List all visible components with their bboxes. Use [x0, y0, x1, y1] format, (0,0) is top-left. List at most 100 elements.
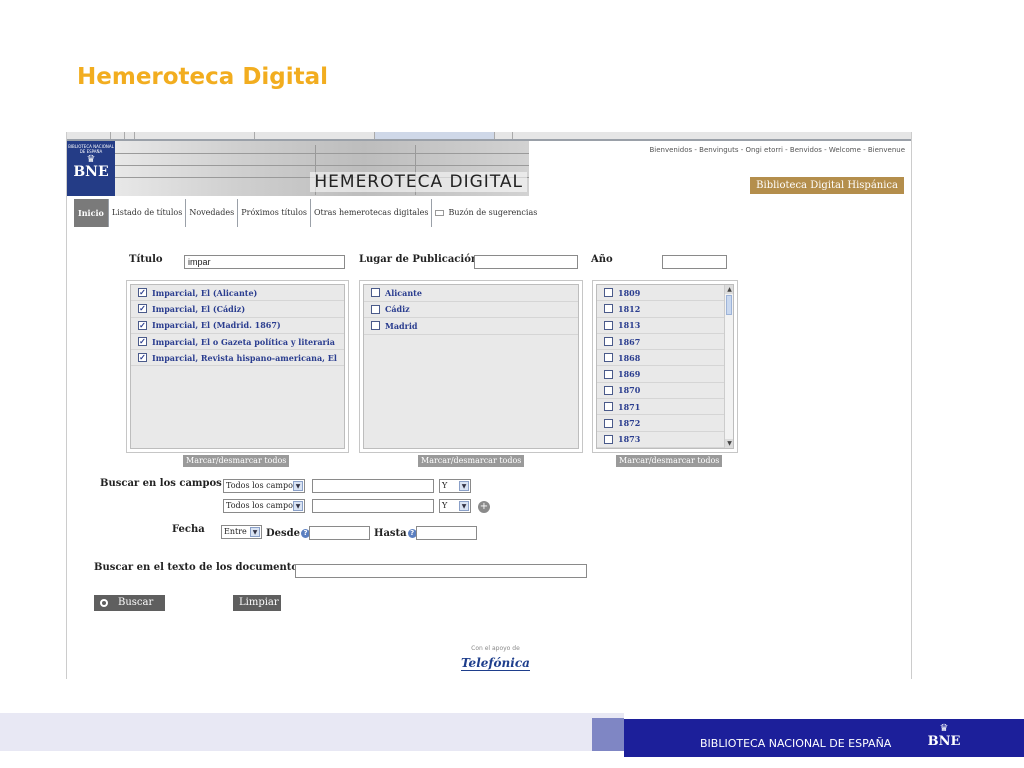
year-option[interactable]: 1813 [597, 318, 733, 334]
checkbox[interactable] [604, 304, 613, 314]
checkbox-checked[interactable]: ✓ [138, 320, 147, 330]
field-select-1[interactable]: Todos los campos ▼ [223, 479, 305, 493]
checkbox[interactable] [371, 304, 380, 314]
nav-tab-proximos-titulos[interactable]: Próximos títulos [238, 199, 311, 227]
checkbox[interactable] [604, 320, 613, 330]
chevron-down-icon: ▼ [293, 481, 303, 491]
chevron-down-icon: ▼ [459, 501, 469, 511]
checkbox[interactable] [371, 288, 380, 298]
ano-input[interactable] [662, 255, 727, 269]
operator-select-2[interactable]: Y ▼ [439, 499, 471, 513]
scroll-thumb[interactable] [726, 295, 732, 315]
search-icon [100, 598, 108, 607]
title-option[interactable]: ✓ Imparcial, El (Cádiz) [131, 301, 344, 318]
years-scrollbar[interactable]: ▲ ▼ [724, 285, 733, 448]
biblioteca-digital-hispanica-link[interactable]: Biblioteca Digital Hispánica [750, 177, 904, 194]
titulo-label: Título [129, 254, 163, 265]
scroll-down-icon[interactable]: ▼ [725, 439, 733, 448]
field-input-1[interactable] [312, 479, 434, 493]
scroll-up-icon[interactable]: ▲ [725, 285, 733, 294]
limpiar-button[interactable]: Limpiar [233, 595, 281, 611]
checkbox-checked[interactable]: ✓ [138, 337, 147, 347]
nav-tab-novedades[interactable]: Novedades [186, 199, 239, 227]
places-mark-all-button[interactable]: Marcar/desmarcar todos [418, 455, 525, 467]
title-option[interactable]: ✓ Imparcial, Revista hispano-americana, E… [131, 350, 344, 367]
checkbox[interactable] [604, 418, 613, 428]
place-option[interactable]: Madrid [364, 318, 578, 335]
fulltext-input[interactable] [295, 564, 587, 578]
checkbox[interactable] [604, 369, 613, 379]
envelope-icon [435, 210, 445, 216]
desde-input[interactable] [309, 526, 370, 540]
nav-tab-buzon[interactable]: Buzón de sugerencias [432, 199, 540, 227]
nav-tab-inicio[interactable]: Inicio [74, 199, 109, 227]
field-input-2[interactable] [312, 499, 434, 513]
footer-bne-text: BNE [927, 734, 961, 749]
checkbox-checked[interactable]: ✓ [138, 304, 147, 314]
welcome-links[interactable]: Bienvenidos - Benvinguts - Ongi etorri -… [649, 146, 905, 154]
checkbox[interactable] [604, 385, 613, 395]
nav-tab-buzon-label: Buzón de sugerencias [448, 208, 538, 217]
title-option[interactable]: ✓ Imparcial, El (Madrid. 1867) [131, 318, 344, 334]
bne-logo-text: BNE [73, 164, 109, 180]
chevron-down-icon: ▼ [250, 527, 260, 537]
slide-title: Hemeroteca Digital [77, 64, 329, 90]
checkbox[interactable] [371, 321, 380, 331]
checkbox-checked[interactable]: ✓ [138, 288, 147, 298]
titles-mark-all-button[interactable]: Marcar/desmarcar todos [183, 455, 290, 467]
places-list: Alicante Cádiz Madrid [359, 280, 583, 453]
checkbox[interactable] [604, 353, 613, 363]
banner-title: HEMEROTECA DIGITAL [310, 172, 527, 192]
year-option[interactable]: 1873 [597, 432, 733, 448]
year-option[interactable]: 1809 [597, 285, 733, 302]
fields-label: Buscar en los campos [100, 478, 222, 489]
year-option[interactable]: 1812 [597, 301, 733, 318]
checkbox[interactable] [604, 434, 613, 444]
title-option[interactable]: ✓ Imparcial, El o Gazeta política y liter… [131, 334, 344, 351]
fulltext-label: Buscar en el texto de los documentos [94, 562, 304, 573]
chevron-down-icon: ▼ [459, 481, 469, 491]
sponsor-text: Con el apoyo de [471, 645, 520, 652]
years-mark-all-button[interactable]: Marcar/desmarcar todos [616, 455, 723, 467]
bne-logo-small-text: BIBLIOTECA NACIONAL DE ESPAÑA [68, 144, 114, 154]
chevron-down-icon: ▼ [293, 501, 303, 511]
lugar-label: Lugar de Publicación [359, 254, 479, 265]
lugar-input[interactable] [474, 255, 578, 269]
operator-select-1[interactable]: Y ▼ [439, 479, 471, 493]
checkbox-checked[interactable]: ✓ [138, 353, 147, 363]
add-field-icon[interactable]: + [478, 501, 490, 513]
year-option[interactable]: 1871 [597, 399, 733, 416]
year-option[interactable]: 1870 [597, 383, 733, 400]
browser-screenshot: BIBLIOTECA NACIONAL DE ESPAÑA ♛ BNE HEME… [66, 132, 912, 679]
nav-tab-otras-hemerotecas[interactable]: Otras hemerotecas digitales [311, 199, 433, 227]
year-option[interactable]: 1868 [597, 350, 733, 367]
year-option[interactable]: 1867 [597, 334, 733, 351]
bne-logo[interactable]: BIBLIOTECA NACIONAL DE ESPAÑA ♛ BNE [67, 141, 115, 196]
place-option[interactable]: Alicante [364, 285, 578, 302]
checkbox[interactable] [604, 288, 613, 298]
buscar-button[interactable]: Buscar [94, 595, 165, 611]
footer-accent-square [592, 718, 624, 751]
year-option[interactable]: 1869 [597, 366, 733, 383]
titles-list: ✓ Imparcial, El (Alicante) ✓ Imparcial, El… [126, 280, 349, 453]
years-list: 1809 1812 1813 1867 1868 1869 1870 1871 … [592, 280, 738, 453]
checkbox[interactable] [604, 337, 613, 347]
footer-bne-logo: ♛ BNE [926, 723, 962, 749]
sponsor-block: Con el apoyo de Telefónica [461, 645, 530, 671]
browser-tab-strip [67, 132, 911, 141]
fecha-label: Fecha [172, 524, 205, 535]
hasta-input[interactable] [416, 526, 477, 540]
field-select-2[interactable]: Todos los campos ▼ [223, 499, 305, 513]
year-option[interactable]: 1872 [597, 415, 733, 432]
title-option[interactable]: ✓ Imparcial, El (Alicante) [131, 285, 344, 302]
hemeroteca-banner: HEMEROTECA DIGITAL [115, 141, 529, 196]
footer-band [0, 713, 624, 751]
titulo-input[interactable] [184, 255, 345, 269]
place-option[interactable]: Cádiz [364, 302, 578, 318]
checkbox[interactable] [604, 402, 613, 412]
ano-label: Año [591, 254, 613, 265]
footer-text: BIBLIOTECA NACIONAL DE ESPAÑA [700, 737, 892, 750]
telefonica-logo[interactable]: Telefónica [461, 656, 530, 671]
nav-tab-listado-titulos[interactable]: Listado de títulos [109, 199, 187, 227]
fecha-select[interactable]: Entre ▼ [221, 525, 262, 539]
